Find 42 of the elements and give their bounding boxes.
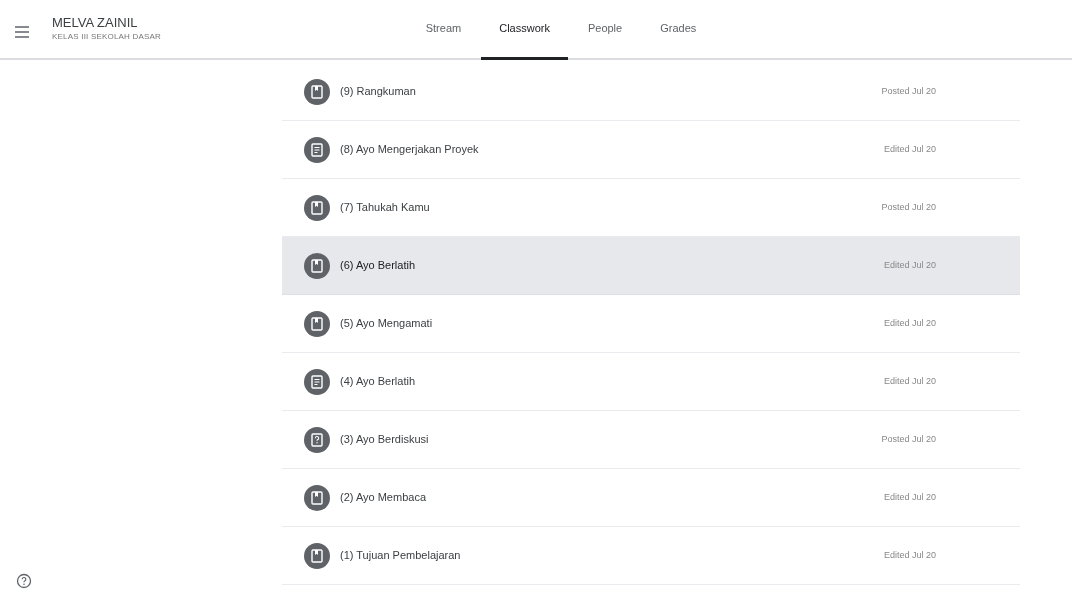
item-date: Edited Jul 20 [883, 142, 936, 156]
item-title: (9) Rangkuman [340, 84, 417, 100]
bookmark-icon [304, 194, 330, 221]
help-icon[interactable] [16, 573, 32, 589]
bookmark-icon [304, 252, 330, 279]
item-title: (7) Tahukah Kamu [340, 200, 431, 216]
item-date: Posted Jul 20 [881, 432, 936, 446]
item-title: (5) Ayo Mengamati [340, 316, 434, 332]
item-title: (3) Ayo Berdiskusi [340, 432, 430, 448]
item-date: Posted Jul 20 [881, 200, 936, 214]
item-date: Edited Jul 20 [883, 490, 936, 504]
tab[interactable]: Stream [407, 0, 480, 60]
item-title: (2) Ayo Membaca [340, 490, 427, 506]
tab[interactable]: Classwork [481, 0, 568, 60]
question-icon [304, 426, 330, 453]
item-date: Edited Jul 20 [883, 316, 936, 330]
item-title: (6) Ayo Berlatih [340, 258, 416, 274]
clipboard-icon [304, 368, 330, 395]
classwork-item[interactable]: (3) Ayo Berdiskusi Posted Jul 20 [282, 411, 1020, 469]
clipboard-icon [304, 136, 330, 163]
item-title: (8) Ayo Mengerjakan Proyek [340, 142, 480, 158]
bookmark-icon [304, 78, 330, 105]
item-title: (1) Tujuan Pembelajaran [340, 548, 462, 564]
bookmark-icon [304, 542, 330, 569]
tab[interactable]: People [569, 0, 641, 60]
classwork-item[interactable]: (2) Ayo Membaca Edited Jul 20 [282, 469, 1020, 527]
item-date: Edited Jul 20 [883, 258, 936, 272]
classwork-item[interactable]: (6) Ayo Berlatih Edited Jul 20 [282, 237, 1020, 295]
classwork-item[interactable]: (4) Ayo Berlatih Edited Jul 20 [282, 353, 1020, 411]
classwork-item[interactable]: (1) Tujuan Pembelajaran Edited Jul 20 [282, 527, 1020, 585]
class-section: KELAS III SEKOLAH DASAR [52, 30, 162, 43]
bookmark-icon [304, 484, 330, 511]
classwork-item[interactable]: (9) Rangkuman Posted Jul 20 [282, 63, 1020, 121]
tab[interactable]: Grades [642, 0, 715, 60]
item-title: (4) Ayo Berlatih [340, 374, 416, 390]
class-name[interactable]: MELVA ZAINIL [52, 15, 162, 31]
classwork-item[interactable]: (8) Ayo Mengerjakan Proyek Edited Jul 20 [282, 121, 1020, 179]
item-date: Edited Jul 20 [883, 548, 936, 562]
item-date: Edited Jul 20 [883, 374, 936, 388]
classwork-item[interactable]: (5) Ayo Mengamati Edited Jul 20 [282, 295, 1020, 353]
bookmark-icon [304, 310, 330, 337]
item-date: Posted Jul 20 [881, 84, 936, 98]
